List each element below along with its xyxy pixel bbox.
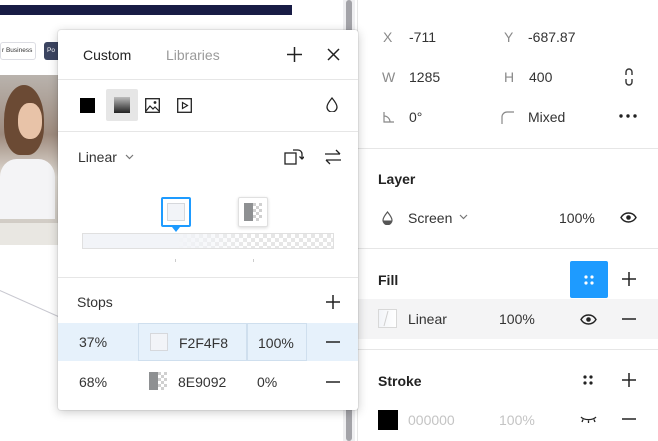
more-options-icon[interactable]	[614, 102, 642, 130]
blend-mode-select[interactable]: Screen	[408, 210, 452, 226]
fill-opacity-input[interactable]: 100%	[499, 311, 535, 327]
stop-swatch[interactable]	[150, 333, 168, 351]
close-icon[interactable]	[319, 40, 347, 68]
stop-color-field[interactable]: 8E9092	[138, 363, 247, 401]
panel-divider	[358, 248, 658, 249]
stop-hex-input[interactable]: 8E9092	[178, 363, 226, 401]
w-label: W	[382, 69, 396, 85]
gradient-stop-1-pointer	[172, 227, 180, 232]
stroke-opacity-input[interactable]: 100%	[499, 412, 535, 428]
h-label: H	[504, 69, 515, 85]
stop-color-field[interactable]: F2F4F8	[138, 323, 247, 361]
chevron-down-icon[interactable]	[459, 214, 468, 220]
tick-mark	[253, 259, 254, 262]
add-stroke-icon[interactable]	[615, 366, 643, 394]
tick-mark	[175, 259, 176, 262]
w-input[interactable]: 1285	[409, 69, 440, 85]
rotate-gradient-icon[interactable]	[280, 143, 308, 171]
corner-radius-icon	[501, 111, 514, 124]
video-fill-icon[interactable]	[177, 98, 192, 113]
fill-row[interactable]: Linear 100%	[358, 299, 658, 339]
x-label: X	[383, 29, 393, 45]
fill-picker-popover: Custom Libraries Linear Stops 37% F2F4F8…	[58, 30, 358, 410]
stop-opacity-input[interactable]: 0%	[257, 374, 277, 390]
hidden-eye-icon[interactable]	[574, 405, 602, 433]
stop-position-input[interactable]: 68%	[79, 363, 107, 401]
panel-divider	[358, 349, 658, 350]
constrain-proportions-icon[interactable]	[615, 63, 643, 91]
stops-title: Stops	[77, 294, 113, 310]
gradient-bar[interactable]	[82, 233, 334, 249]
add-stop-icon[interactable]	[319, 288, 347, 316]
stop-opacity-field[interactable]: 0%	[247, 363, 307, 401]
add-fill-icon[interactable]	[615, 265, 643, 293]
popover-divider	[58, 131, 358, 132]
layer-section-title: Layer	[378, 171, 416, 187]
x-input[interactable]: -711	[409, 29, 436, 45]
stop-opacity-field[interactable]: 100%	[247, 323, 307, 361]
fill-type-label[interactable]: Linear	[408, 311, 447, 327]
popover-divider	[58, 277, 358, 278]
fill-visibility-icon[interactable]	[574, 305, 602, 333]
remove-stop-icon[interactable]	[319, 328, 347, 356]
styles-grid-icon	[584, 274, 594, 285]
stroke-swatch[interactable]	[378, 410, 398, 430]
canvas-chip: r Business	[0, 42, 36, 60]
eye-icon[interactable]	[614, 203, 642, 231]
add-style-icon[interactable]	[280, 40, 308, 68]
fill-swatch[interactable]	[378, 309, 397, 328]
canvas-photo	[0, 75, 62, 245]
gradient-fill-icon	[114, 97, 130, 113]
corner-radius-input[interactable]: Mixed	[528, 109, 565, 125]
stop-opacity-input[interactable]: 100%	[258, 335, 294, 351]
fill-section-title: Fill	[378, 272, 399, 288]
layer-opacity-input[interactable]: 100%	[559, 210, 595, 226]
tab-libraries[interactable]: Libraries	[166, 47, 220, 63]
panel-divider	[358, 148, 658, 149]
gradient-fill-button[interactable]	[106, 89, 138, 121]
gradient-stop-1[interactable]	[161, 197, 191, 227]
gradient-type-select[interactable]: Linear	[78, 149, 117, 165]
image-fill-icon[interactable]	[145, 98, 160, 113]
y-label: Y	[504, 29, 514, 45]
rotation-input[interactable]: 0°	[409, 109, 422, 125]
solid-fill-icon[interactable]	[80, 98, 95, 113]
chevron-down-icon[interactable]	[125, 154, 134, 160]
stop-row[interactable]: 37% F2F4F8 100%	[58, 323, 358, 361]
stroke-hex-input[interactable]: 000000	[408, 412, 455, 428]
h-input[interactable]: 400	[529, 69, 552, 85]
stroke-styles-icon[interactable]	[574, 366, 602, 394]
stop-row[interactable]: 68% 8E9092 0%	[58, 363, 358, 401]
canvas-navbar-shape	[0, 5, 292, 15]
fill-styles-button[interactable]	[570, 261, 608, 298]
stop-swatch[interactable]	[149, 372, 167, 390]
remove-stop-icon[interactable]	[319, 368, 347, 396]
remove-fill-icon[interactable]	[615, 305, 643, 333]
popover-divider	[58, 79, 358, 80]
stop-hex-input[interactable]: F2F4F8	[179, 324, 228, 362]
gradient-stop-2[interactable]	[238, 197, 268, 227]
rotation-icon	[383, 111, 395, 123]
properties-panel: X -711 Y -687.87 W 1285 H 400 0° Mixed L…	[357, 0, 658, 441]
stroke-section-title: Stroke	[378, 373, 422, 389]
flip-gradient-icon[interactable]	[319, 143, 347, 171]
y-input[interactable]: -687.87	[528, 29, 575, 45]
remove-stroke-icon[interactable]	[615, 405, 643, 433]
blend-drop-icon[interactable]	[326, 97, 338, 112]
blend-mode-icon	[382, 211, 393, 225]
tab-custom[interactable]: Custom	[83, 47, 131, 63]
stop-position-input[interactable]: 37%	[79, 323, 107, 361]
